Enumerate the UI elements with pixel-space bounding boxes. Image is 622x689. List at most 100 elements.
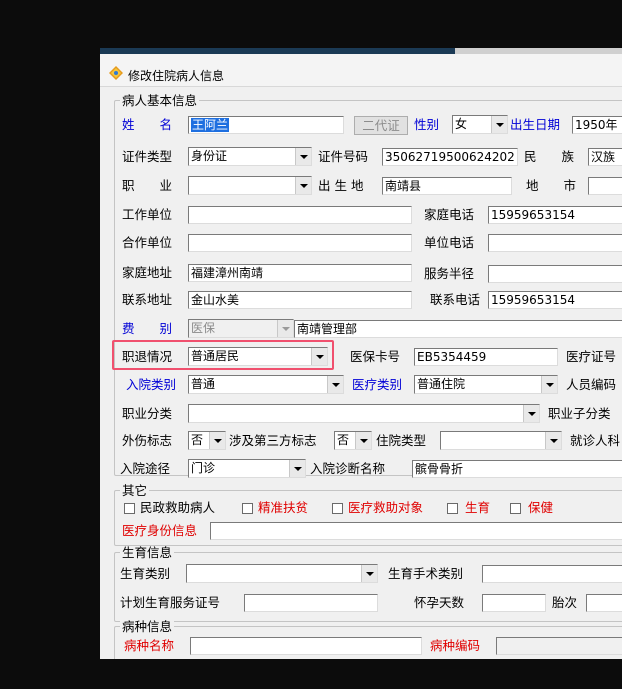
id-type-select[interactable]: 身份证 <box>188 147 312 166</box>
disease-name-label: 病种名称 <box>124 638 175 653</box>
maternity-type-dropdown-button[interactable] <box>361 565 377 582</box>
fetus-input[interactable] <box>586 594 622 612</box>
civil-aid-checkbox[interactable] <box>124 503 135 514</box>
contact-addr-input[interactable]: 金山水美 <box>188 291 412 309</box>
chevron-down-icon <box>549 438 558 443</box>
unit-phone-label: 单位电话 <box>424 235 475 250</box>
id-type-dropdown-button[interactable] <box>295 148 311 165</box>
medical-aid-checkbox[interactable] <box>332 503 343 514</box>
med-type-select[interactable]: 普通住院 <box>414 375 558 394</box>
medical-cert-label: 医疗证号 <box>566 349 617 364</box>
maternity-checkbox[interactable] <box>447 503 458 514</box>
doctor-label: 就诊人科 <box>570 433 621 448</box>
id-type-value: 身份证 <box>191 149 228 163</box>
ethnic-label: 民 族 <box>524 149 575 164</box>
insurance-card-label: 医保卡号 <box>350 349 401 364</box>
id-no-input[interactable]: 35062719500624202 <box>382 148 518 166</box>
basic-info-title: 病人基本信息 <box>120 93 200 108</box>
poverty-label: 精准扶贫 <box>258 500 309 515</box>
maternity-type-label: 生育类别 <box>120 566 171 581</box>
healthcare-checkbox[interactable] <box>510 503 521 514</box>
window-title: 修改住院病人信息 <box>128 69 225 83</box>
highlight-box <box>112 340 334 370</box>
maternity-label: 生育 <box>465 500 491 515</box>
fee-label: 费 别 <box>122 321 173 336</box>
medical-identity-label: 医疗身份信息 <box>122 523 198 538</box>
maternity-surgery-input[interactable] <box>482 565 622 583</box>
admit-type-select[interactable]: 普通 <box>188 375 344 394</box>
fee-select[interactable]: 医保 <box>188 319 294 338</box>
gender-select[interactable]: 女 <box>452 115 508 134</box>
home-phone-input[interactable]: 15959653154 <box>488 206 622 224</box>
contact-phone-input[interactable]: 15959653154 <box>488 291 622 309</box>
disease-code-input[interactable] <box>496 637 622 655</box>
chevron-down-icon <box>545 382 554 387</box>
injury-select[interactable]: 否 <box>188 431 226 450</box>
injury-dropdown-button[interactable] <box>209 432 225 449</box>
chevron-down-icon <box>299 183 308 188</box>
poverty-checkbox[interactable] <box>242 503 253 514</box>
fetus-label: 胎次 <box>552 595 578 610</box>
name-label: 姓 名 <box>122 117 173 132</box>
fee-extra-input[interactable]: 南靖管理部 <box>294 320 622 338</box>
gender-value: 女 <box>455 117 468 131</box>
coop-unit-input[interactable] <box>188 234 412 252</box>
job-dropdown-button[interactable] <box>295 177 311 194</box>
name-value: 王阿兰 <box>191 118 230 132</box>
home-addr-input[interactable]: 福建漳州南靖 <box>188 264 412 282</box>
city-input[interactable] <box>588 177 622 195</box>
disease-name-input[interactable] <box>190 637 422 655</box>
fee-dropdown-button[interactable] <box>277 320 293 337</box>
gender-label: 性别 <box>414 117 440 132</box>
disease-code-label: 病种编码 <box>430 638 481 653</box>
birthplace-input[interactable]: 南靖县 <box>382 177 512 195</box>
unit-phone-input[interactable] <box>488 234 622 252</box>
job-select[interactable] <box>188 176 312 195</box>
birthplace-label: 出 生 地 <box>318 178 364 193</box>
third-party-dropdown-button[interactable] <box>355 432 371 449</box>
ward-type-label: 住院类型 <box>376 433 427 448</box>
admit-route-select[interactable]: 门诊 <box>188 459 306 478</box>
name-input[interactable]: 王阿兰 <box>188 116 344 134</box>
home-addr-label: 家庭地址 <box>122 265 173 280</box>
maternity-surgery-label: 生育手术类别 <box>388 566 464 581</box>
admit-route-dropdown-button[interactable] <box>289 460 305 477</box>
third-party-select[interactable]: 否 <box>334 431 372 450</box>
maternity-type-select[interactable] <box>186 564 378 583</box>
third-party-label: 涉及第三方标志 <box>229 433 317 448</box>
pregnancy-days-input[interactable] <box>482 594 546 612</box>
job-class-label: 职业分类 <box>122 406 173 421</box>
title-bar[interactable]: 修改住院病人信息 <box>100 54 622 87</box>
pregnancy-days-label: 怀孕天数 <box>414 595 465 610</box>
job-label: 职 业 <box>122 178 173 193</box>
staff-code-label: 人员编码 <box>566 377 617 392</box>
coop-unit-label: 合作单位 <box>122 235 173 250</box>
injury-label: 外伤标志 <box>122 433 173 448</box>
admit-type-value: 普通 <box>191 377 216 391</box>
second-id-button[interactable]: 二代证 <box>354 116 408 135</box>
gender-dropdown-button[interactable] <box>491 116 507 133</box>
ward-type-select[interactable] <box>440 431 562 450</box>
insurance-card-input[interactable]: EB5354459 <box>414 348 558 366</box>
id-type-label: 证件类型 <box>122 149 173 164</box>
chevron-down-icon <box>281 326 290 331</box>
work-unit-label: 工作单位 <box>122 207 173 222</box>
med-type-dropdown-button[interactable] <box>541 376 557 393</box>
chevron-down-icon <box>213 438 222 443</box>
ward-type-dropdown-button[interactable] <box>545 432 561 449</box>
other-title: 其它 <box>120 483 150 498</box>
service-radius-label: 服务半径 <box>424 266 475 281</box>
admit-type-dropdown-button[interactable] <box>327 376 343 393</box>
med-type-value: 普通住院 <box>417 377 466 391</box>
planning-cert-input[interactable] <box>244 594 378 612</box>
job-class-dropdown-button[interactable] <box>523 405 539 422</box>
work-unit-input[interactable] <box>188 206 412 224</box>
ethnic-input[interactable]: 汉族 <box>588 148 622 166</box>
service-radius-input[interactable] <box>488 265 622 283</box>
birth-input[interactable]: 1950年 <box>572 116 622 134</box>
diagnosis-input[interactable]: 髌骨骨折 <box>412 460 622 478</box>
job-class-select[interactable] <box>188 404 540 423</box>
medical-aid-label: 医疗救助对象 <box>348 500 424 515</box>
medical-identity-input[interactable] <box>210 522 622 540</box>
job-subclass-label: 职业子分类 <box>548 406 611 421</box>
